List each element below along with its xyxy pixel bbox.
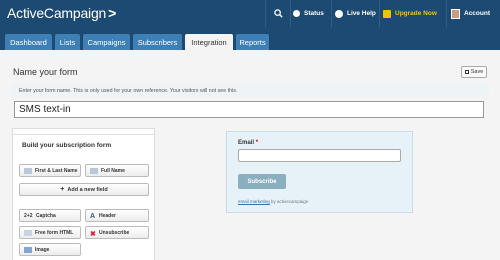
live-help-button[interactable]: Live Help [335,5,376,22]
credit-text: email marketing by activecampaign [238,199,308,204]
builder-panel: Build your subscription form First & Las… [12,128,156,260]
live-help-label: Live Help [347,10,376,17]
account-button[interactable]: Account [451,5,490,22]
main-tabs: Dashboard Lists Campaigns Subscribers In… [0,28,500,50]
divider [331,0,332,28]
form-name-input[interactable] [14,101,484,118]
app-logo[interactable]: ActiveCampaign > [7,5,116,21]
unsubscribe-x-icon: ✖ [90,230,96,238]
search-button[interactable] [268,5,288,22]
tab-integration[interactable]: Integration [185,34,233,50]
logo-chevron-icon: > [108,5,117,21]
email-label-text: Email [238,140,255,146]
add-full-name-button[interactable]: Full Name [85,164,149,177]
add-free-form-html-button[interactable]: Free form HTML [19,226,81,239]
builder-title: Build your subscription form [22,142,112,149]
status-button[interactable]: Status [293,5,324,22]
required-mark: * [255,140,259,146]
add-new-field-button[interactable]: + Add a new field [19,183,149,196]
image-icon [24,246,32,253]
divider [379,0,380,28]
form-name-hint: Enter your form name. This is only used … [12,84,489,97]
tab-campaigns[interactable]: Campaigns [83,34,130,50]
add-header-button[interactable]: A Header [85,209,149,222]
button-label: Full Name [101,167,125,174]
tab-dashboard[interactable]: Dashboard [5,34,52,50]
divider [446,0,447,28]
tab-lists[interactable]: Lists [55,34,80,50]
button-label: Free form HTML [35,229,74,236]
credit-rest: by activecampaign [269,199,309,204]
status-icon [293,10,300,17]
add-field-icon: + [60,186,65,193]
account-label: Account [464,10,490,17]
upgrade-button[interactable]: Upgrade Now [383,5,437,22]
save-button[interactable]: Save [461,66,487,78]
email-marketing-link[interactable]: email marketing [238,199,270,204]
form-name-header: Name your form Save [0,60,500,84]
form-preview: Email * Subscribe email marketing by act… [226,131,413,213]
button-label: Add a new field [67,186,108,193]
top-bar: ActiveCampaign > Status Live Help Upgrade… [0,0,500,28]
logo-text: ActiveCampaign [7,5,107,21]
upgrade-icon [383,9,391,18]
button-label: Header [99,212,116,219]
status-label: Status [304,10,324,17]
button-label: First & Last Name [35,167,78,174]
add-first-last-name-button[interactable]: First & Last Name [19,164,81,177]
header-icon: A [90,212,96,220]
page-title: Name your form [13,67,78,77]
divider [13,134,156,135]
add-captcha-button[interactable]: 2+2 Captcha [19,209,81,222]
save-label: Save [470,69,484,75]
divider [290,0,291,28]
upgrade-label: Upgrade Now [395,10,437,17]
avatar [451,8,460,19]
email-label: Email * [238,140,258,146]
button-label: Image [35,246,50,253]
email-input[interactable] [238,149,401,162]
html-icon [24,229,32,236]
tab-subscribers[interactable]: Subscribers [133,34,182,50]
divider [265,0,266,28]
lifebuoy-icon [335,9,343,18]
search-icon [273,9,283,18]
captcha-icon: 2+2 [24,212,33,219]
button-label: Captcha [36,212,56,219]
save-icon [464,70,469,74]
name-field-icon [24,167,32,174]
subscribe-button[interactable]: Subscribe [238,174,286,189]
name-field-icon [90,167,98,174]
button-label: Unsubscribe [99,229,130,236]
add-unsubscribe-button[interactable]: ✖ Unsubscribe [85,226,149,239]
tab-reports[interactable]: Reports [236,34,269,50]
add-image-button[interactable]: Image [19,243,81,256]
